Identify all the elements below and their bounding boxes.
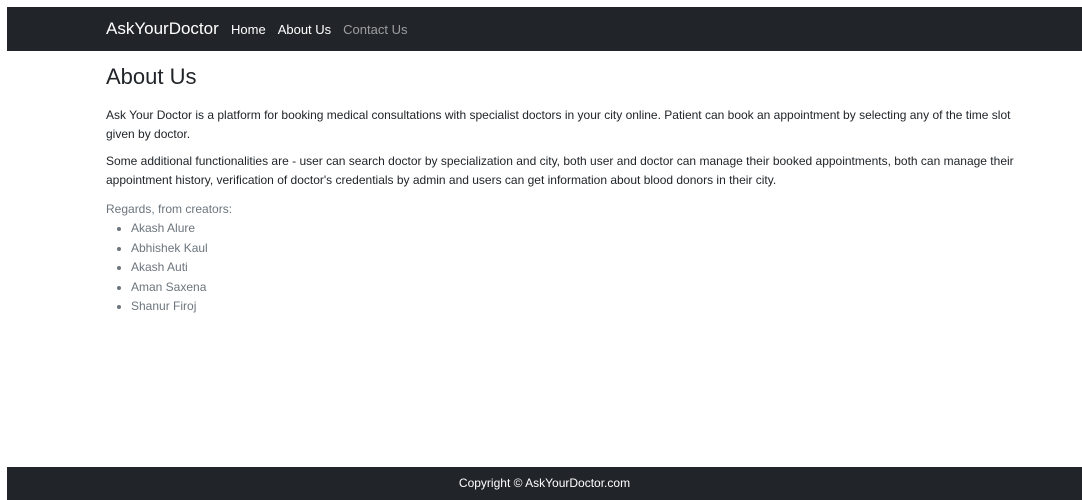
footer: Copyright © AskYourDoctor.com bbox=[7, 467, 1082, 500]
list-item: Shanur Firoj bbox=[131, 297, 1026, 317]
brand-link[interactable]: AskYourDoctor bbox=[106, 7, 219, 51]
list-item: Akash Auti bbox=[131, 258, 1026, 278]
features-paragraph: Some additional functionalities are - us… bbox=[106, 154, 1014, 187]
main-content: About Us Ask Your Doctor is a platform f… bbox=[106, 60, 1026, 317]
nav-about-link[interactable]: About Us bbox=[278, 22, 331, 37]
intro-paragraph: Ask Your Doctor is a platform for bookin… bbox=[106, 108, 1011, 141]
page-title: About Us bbox=[106, 64, 197, 89]
regards-text: Regards, from creators: bbox=[106, 202, 233, 216]
top-navbar: AskYourDoctor Home About Us Contact Us bbox=[7, 7, 1082, 51]
list-item: Aman Saxena bbox=[131, 278, 1026, 298]
list-item: Abhishek Kaul bbox=[131, 239, 1026, 259]
list-item: Akash Alure bbox=[131, 219, 1026, 239]
nav-links: Home About Us Contact Us bbox=[231, 7, 407, 51]
nav-contact-link[interactable]: Contact Us bbox=[343, 22, 407, 37]
creators-list: Akash Alure Abhishek Kaul Akash Auti Ama… bbox=[106, 219, 1026, 317]
nav-home-link[interactable]: Home bbox=[231, 22, 266, 37]
copyright-text: Copyright © AskYourDoctor.com bbox=[458, 476, 631, 490]
page: AskYourDoctor Home About Us Contact Us A… bbox=[0, 0, 1082, 500]
